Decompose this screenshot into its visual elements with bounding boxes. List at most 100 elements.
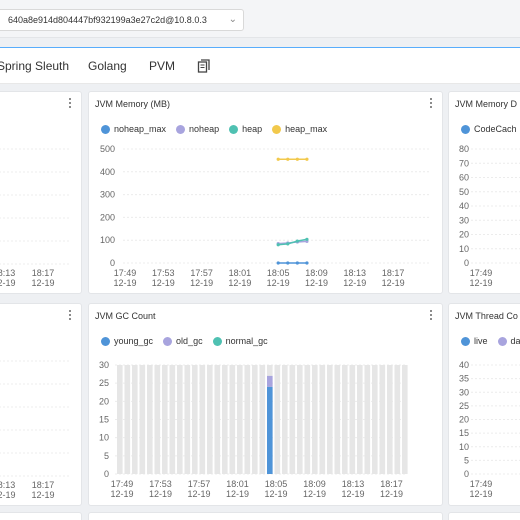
top-bar: 640a8e914d804447bf932199a3e27c2d@10.8.0.… [0,0,520,38]
bar-background [312,365,318,474]
y-tick-label: 200 [100,212,115,222]
panel-next [88,512,443,520]
bar-background [394,365,401,474]
copy-icon[interactable] [197,59,211,73]
y-tick-label: 20 [459,230,469,240]
y-tick-label: 60 [459,173,469,183]
bar-background [169,365,176,474]
y-tick-label: 100 [100,235,115,245]
data-point [286,261,290,265]
jvm-memory-chart: 010020030040050017:4912-1917:5312-1917:5… [100,144,429,288]
x-tick-label: 12-19 [228,278,251,288]
left-panel-next [0,512,82,520]
y-tick-label: 300 [100,190,115,200]
x-tick-label: 17:57 [188,479,211,489]
data-point [286,157,290,161]
x-tick-label: 12-19 [31,278,54,288]
bar-background [357,365,363,474]
y-tick-label: 30 [459,387,469,397]
x-tick-label: 12-19 [341,489,364,499]
x-tick-label: 12-19 [380,489,403,499]
x-tick-label: 12-19 [152,278,175,288]
left-panel-bottom: 18:1312-1918:1712-19 [0,303,82,506]
x-tick-label: 18:13 [0,480,15,490]
bar-background [229,365,236,474]
bar-background [117,365,123,474]
left-top-chart: 18:1312-1918:1712-19 [0,148,69,288]
x-tick-label: 18:13 [342,479,365,489]
bar-background [327,365,333,474]
bar-background [147,365,153,474]
left-bottom-chart: 18:1312-1918:1712-19 [0,360,69,500]
x-tick-label: 18:01 [229,268,252,278]
x-tick-label: 12-19 [110,489,133,499]
x-tick-label: 12-19 [149,489,172,499]
x-tick-label: 12-19 [190,278,213,288]
y-tick-label: 40 [459,360,469,370]
jvm-thread-chart: 0 5 10 15 20 25 30 35 40 17:4912-19 [459,360,520,499]
bar-background [259,365,266,474]
data-point [305,157,309,161]
bar-background [289,365,296,474]
y-tick-label: 25 [459,401,469,411]
data-point [295,239,299,243]
x-tick-label: 17:53 [149,479,172,489]
bar-background [334,365,341,474]
x-tick-label: 18:13 [344,268,367,278]
x-tick-label: 18:13 [0,268,15,278]
bar-background [282,365,288,474]
x-tick-label: 12-19 [469,278,492,288]
tab-spring-sleuth[interactable]: Spring Sleuth [0,59,69,73]
x-tick-label: 12-19 [113,278,136,288]
bar-background [199,365,206,474]
y-tick-label: 40 [459,201,469,211]
y-tick-label: 30 [459,215,469,225]
instance-select[interactable]: 640a8e914d804447bf932199a3e27c2d@10.8.0.… [0,9,244,31]
jvm-gc-chart: 05101520253017:4912-1917:5312-1917:5712-… [99,360,408,499]
y-tick-label: 10 [459,244,469,254]
y-tick-label: 0 [464,469,469,479]
bar-young-gc [267,386,273,474]
y-tick-label: 0 [110,258,115,268]
y-tick-label: 10 [99,433,109,443]
y-tick-label: 500 [100,144,115,154]
bar-background [124,365,131,474]
x-tick-label: 12-19 [469,489,492,499]
bar-background [139,365,146,474]
tab-bar: Spring Sleuth Golang PVM [0,48,520,84]
data-point [276,261,280,265]
bar-background [304,365,311,474]
bar-background [162,365,168,474]
bar-background [342,365,348,474]
x-tick-label: 12-19 [382,278,405,288]
bar-background [207,365,213,474]
x-tick-label: 18:09 [305,268,328,278]
y-tick-label: 35 [459,374,469,384]
tab-golang[interactable]: Golang [88,59,127,73]
x-tick-label: 12-19 [305,278,328,288]
jvm-memory-detail-panel: JVM Memory D CodeCach 0 10 20 30 40 50 60 70 80 1… [448,91,520,294]
x-tick-label: 12-19 [0,278,16,288]
y-tick-label: 20 [459,415,469,425]
bar-background [132,365,138,474]
bar-background [349,365,356,474]
chevron-down-icon[interactable]: ⌄ [229,10,237,30]
bar-background [364,365,371,474]
x-tick-label: 17:49 [470,479,493,489]
bar-background [387,365,393,474]
data-point [295,157,299,161]
tab-pvm[interactable]: PVM [149,59,175,73]
bar-background [252,365,258,474]
y-tick-label: 30 [99,360,109,370]
data-point [295,261,299,265]
x-tick-label: 17:49 [470,268,493,278]
y-tick-label: 5 [104,451,109,461]
x-tick-label: 12-19 [264,489,287,499]
x-tick-label: 12-19 [226,489,249,499]
x-tick-label: 12-19 [303,489,326,499]
bar-background [274,365,281,474]
bar-background [214,365,221,474]
bar-background [237,365,243,474]
x-tick-label: 17:49 [114,268,137,278]
right-panel-next [448,512,520,520]
